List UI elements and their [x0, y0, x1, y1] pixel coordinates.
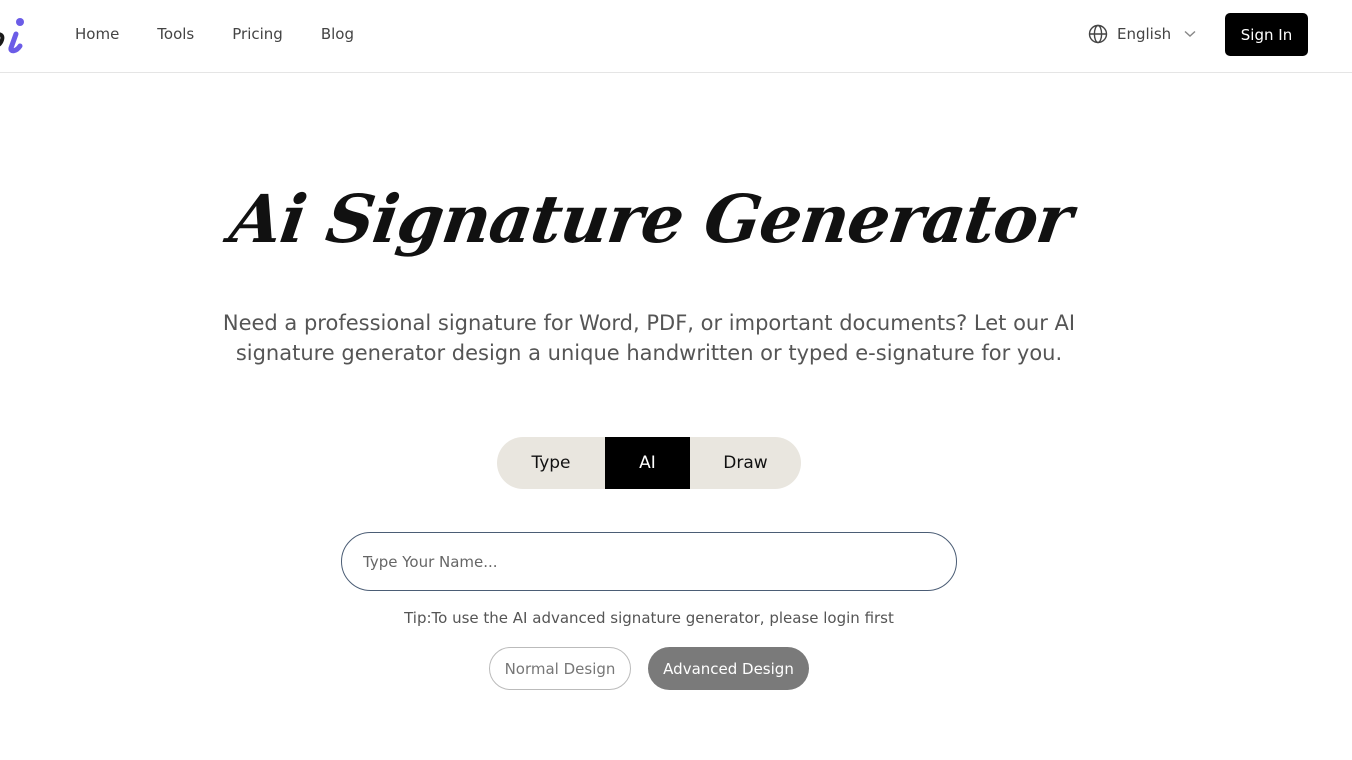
language-label: English — [1117, 25, 1172, 43]
signature-mode-tabs: Type AI Draw — [497, 437, 801, 489]
nav-link-pricing[interactable]: Pricing — [232, 25, 283, 43]
site-header: Home Tools Pricing Blog English Sign In — [0, 0, 1352, 73]
login-tip: Tip:To use the AI advanced signature gen… — [404, 609, 894, 627]
language-selector[interactable]: English — [1088, 22, 1196, 46]
tab-draw[interactable]: Draw — [690, 437, 801, 489]
normal-design-button[interactable]: Normal Design — [489, 647, 631, 690]
signature-logo-icon[interactable] — [0, 12, 32, 56]
advanced-design-button[interactable]: Advanced Design — [648, 647, 809, 690]
chevron-down-icon — [1184, 30, 1196, 38]
nav-link-tools[interactable]: Tools — [157, 25, 194, 43]
globe-icon — [1088, 24, 1108, 44]
page-title: Ai Signature Generator — [225, 180, 1077, 258]
tab-ai[interactable]: AI — [605, 437, 690, 489]
nav-link-blog[interactable]: Blog — [321, 25, 354, 43]
tab-type[interactable]: Type — [497, 437, 605, 489]
main-nav: Home Tools Pricing Blog — [75, 0, 392, 68]
name-input[interactable] — [341, 532, 957, 591]
nav-link-home[interactable]: Home — [75, 25, 119, 43]
sign-in-button[interactable]: Sign In — [1225, 13, 1308, 56]
page-subtitle: Need a professional signature for Word, … — [222, 311, 1076, 365]
